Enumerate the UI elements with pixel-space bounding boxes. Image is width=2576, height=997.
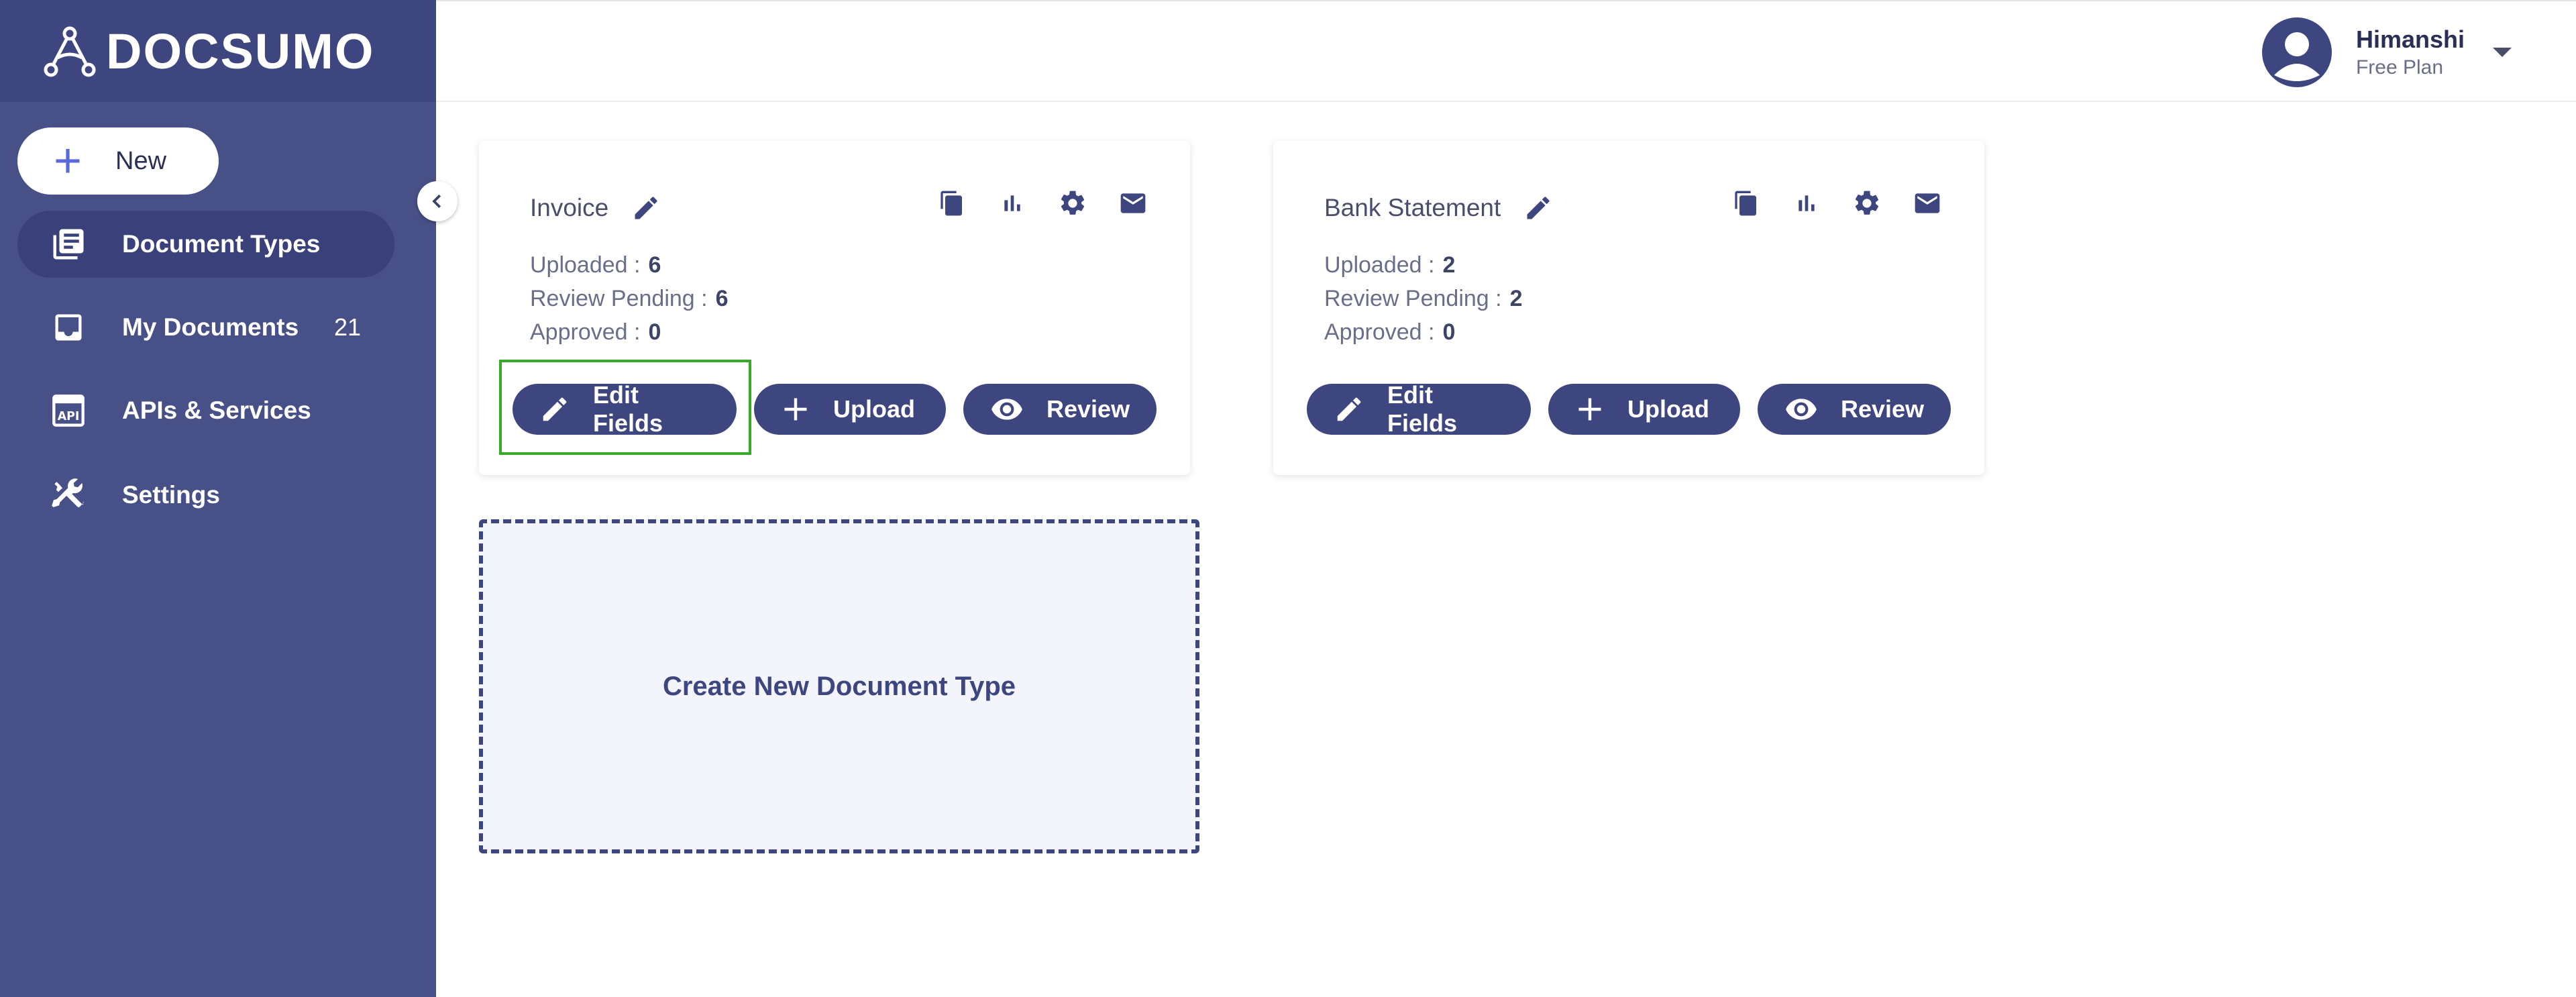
uploaded-row: Uploaded : 2	[1324, 248, 1523, 282]
uploaded-value: 2	[1442, 252, 1456, 278]
review-pending-value: 6	[715, 286, 729, 311]
pending-row: Review Pending : 6	[530, 282, 729, 315]
edit-title-icon[interactable]	[1523, 193, 1553, 223]
pending-row: Review Pending : 2	[1324, 282, 1523, 315]
sidebar-item-label: My Documents	[122, 313, 299, 341]
review-pending-label: Review Pending :	[530, 286, 708, 311]
plus-icon	[1575, 395, 1605, 424]
mail-icon[interactable]	[1912, 188, 1943, 219]
brand-name: DOCSUMO	[106, 23, 375, 79]
uploaded-label: Uploaded :	[530, 252, 641, 278]
document-types-icon	[50, 225, 87, 263]
chevron-down-icon	[2493, 48, 2512, 57]
eye-icon	[1784, 392, 1818, 426]
copy-icon[interactable]	[1731, 188, 1762, 219]
card-title-text: Bank Statement	[1324, 194, 1501, 221]
upload-label: Upload	[833, 395, 915, 423]
svg-text:API: API	[58, 410, 80, 423]
uploaded-label: Uploaded :	[1324, 252, 1435, 278]
gear-icon[interactable]	[1851, 188, 1882, 219]
sidebar-item-label: Document Types	[122, 230, 321, 258]
card-toolbar	[936, 188, 1148, 219]
upload-button[interactable]: Upload	[1548, 384, 1740, 435]
user-menu[interactable]: Himanshi Free Plan	[2261, 17, 2512, 87]
api-icon: API	[50, 392, 87, 429]
chevron-left-icon	[432, 194, 441, 209]
bar-chart-icon[interactable]	[997, 188, 1028, 219]
inbox-icon	[50, 309, 87, 346]
approved-value: 0	[1442, 319, 1456, 345]
edit-fields-label: Edit Fields	[1387, 381, 1458, 437]
approved-label: Approved :	[1324, 319, 1435, 345]
card-stats: Uploaded : 6 Review Pending : 6 Approved :…	[530, 248, 729, 349]
header: Himanshi Free Plan	[436, 0, 2576, 102]
bar-chart-icon[interactable]	[1791, 188, 1822, 219]
user-name: Himanshi	[2355, 25, 2465, 53]
sidebar-item-apis-services[interactable]: API APIs & Services	[17, 377, 394, 444]
avatar	[2261, 17, 2332, 87]
review-label: Review	[1841, 395, 1925, 423]
uploaded-value: 6	[648, 252, 661, 278]
mail-icon[interactable]	[1118, 188, 1148, 219]
uploaded-row: Uploaded : 6	[530, 248, 729, 282]
focus-highlight	[499, 360, 751, 455]
plus-icon	[781, 395, 810, 424]
docsumo-logo-icon	[44, 26, 96, 77]
review-pending-label: Review Pending :	[1324, 286, 1502, 311]
sidebar-item-my-documents[interactable]: My Documents 21	[17, 294, 394, 361]
sidebar-item-settings[interactable]: Settings	[17, 462, 394, 529]
create-new-label: Create New Document Type	[662, 671, 1016, 701]
new-button-label: New	[115, 146, 167, 175]
gear-icon[interactable]	[1057, 188, 1088, 219]
upload-label: Upload	[1627, 395, 1709, 423]
card-actions: Edit Fields Upload Review	[1307, 381, 1951, 437]
document-type-card-bank-statement: Bank Statement Uploaded : 2 Review Pendin…	[1273, 141, 1984, 475]
card-title-text: Invoice	[530, 194, 609, 221]
eye-icon	[990, 392, 1024, 426]
copy-icon[interactable]	[936, 188, 967, 219]
documents-count: 21	[333, 313, 361, 341]
user-plan: Free Plan	[2355, 56, 2444, 78]
upload-button[interactable]: Upload	[754, 384, 946, 435]
sidebar-item-label: APIs & Services	[122, 397, 311, 424]
card-title: Bank Statement	[1324, 193, 1553, 223]
edit-title-icon[interactable]	[631, 193, 661, 223]
wrench-screwdriver-icon	[50, 476, 87, 514]
review-button[interactable]: Review	[1758, 384, 1951, 435]
review-button[interactable]: Review	[963, 384, 1157, 435]
plus-icon: +	[54, 134, 83, 188]
edit-fields-button[interactable]: Edit Fields	[1307, 381, 1531, 437]
approved-row: Approved : 0	[530, 315, 729, 349]
create-new-document-type-button[interactable]: Create New Document Type	[479, 519, 1199, 853]
approved-label: Approved :	[530, 319, 641, 345]
logo-bar[interactable]: DOCSUMO	[0, 0, 436, 102]
sidebar-item-document-types[interactable]: Document Types	[17, 211, 394, 278]
collapse-sidebar-button[interactable]	[417, 181, 458, 221]
sidebar-item-label: Settings	[122, 481, 220, 509]
approved-value: 0	[648, 319, 661, 345]
new-button[interactable]: + New	[17, 127, 219, 195]
review-label: Review	[1046, 395, 1130, 423]
card-title: Invoice	[530, 193, 661, 223]
sidebar: DOCSUMO + New Document Types My Document…	[0, 0, 436, 997]
card-toolbar	[1731, 188, 1943, 219]
card-stats: Uploaded : 2 Review Pending : 2 Approved :…	[1324, 248, 1523, 349]
approved-row: Approved : 0	[1324, 315, 1523, 349]
pencil-icon	[1334, 394, 1364, 425]
review-pending-value: 2	[1509, 286, 1523, 311]
